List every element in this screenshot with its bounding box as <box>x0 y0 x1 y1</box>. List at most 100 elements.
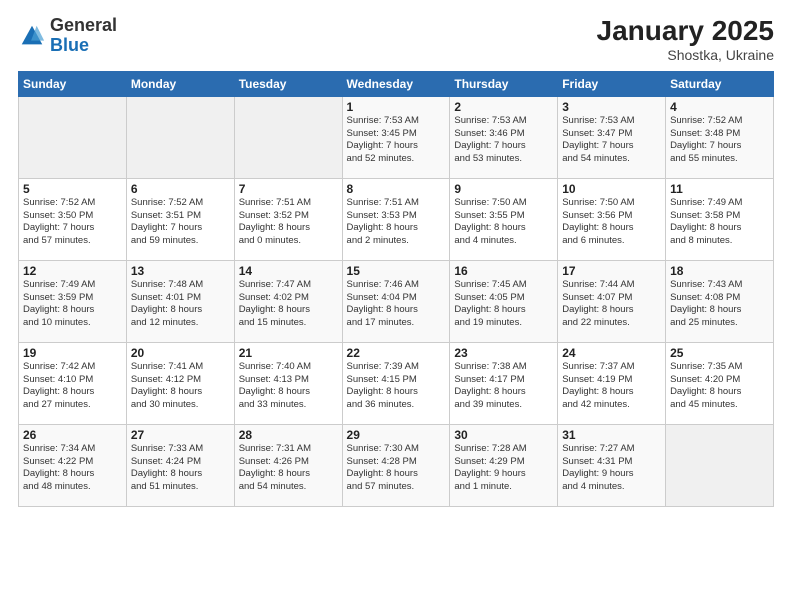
day-info: Sunrise: 7:31 AM Sunset: 4:26 PM Dayligh… <box>239 443 338 494</box>
day-number: 9 <box>454 182 553 196</box>
day-number: 24 <box>562 346 661 360</box>
calendar-cell: 31Sunrise: 7:27 AM Sunset: 4:31 PM Dayli… <box>558 424 666 506</box>
calendar-cell: 6Sunrise: 7:52 AM Sunset: 3:51 PM Daylig… <box>126 178 234 260</box>
calendar-cell: 24Sunrise: 7:37 AM Sunset: 4:19 PM Dayli… <box>558 342 666 424</box>
calendar-cell: 29Sunrise: 7:30 AM Sunset: 4:28 PM Dayli… <box>342 424 450 506</box>
day-number: 27 <box>131 428 230 442</box>
day-number: 28 <box>239 428 338 442</box>
logo-icon <box>18 22 46 50</box>
day-number: 18 <box>670 264 769 278</box>
day-info: Sunrise: 7:44 AM Sunset: 4:07 PM Dayligh… <box>562 279 661 330</box>
day-number: 16 <box>454 264 553 278</box>
day-info: Sunrise: 7:49 AM Sunset: 3:58 PM Dayligh… <box>670 197 769 248</box>
day-info: Sunrise: 7:50 AM Sunset: 3:56 PM Dayligh… <box>562 197 661 248</box>
day-info: Sunrise: 7:52 AM Sunset: 3:50 PM Dayligh… <box>23 197 122 248</box>
logo-general: General <box>50 15 117 35</box>
logo: General Blue <box>18 16 117 56</box>
calendar-week-row: 1Sunrise: 7:53 AM Sunset: 3:45 PM Daylig… <box>19 96 774 178</box>
day-number: 8 <box>347 182 446 196</box>
day-number: 21 <box>239 346 338 360</box>
day-info: Sunrise: 7:46 AM Sunset: 4:04 PM Dayligh… <box>347 279 446 330</box>
day-info: Sunrise: 7:42 AM Sunset: 4:10 PM Dayligh… <box>23 361 122 412</box>
calendar-cell <box>19 96 127 178</box>
day-info: Sunrise: 7:33 AM Sunset: 4:24 PM Dayligh… <box>131 443 230 494</box>
calendar-cell: 4Sunrise: 7:52 AM Sunset: 3:48 PM Daylig… <box>666 96 774 178</box>
logo-blue: Blue <box>50 35 89 55</box>
day-info: Sunrise: 7:52 AM Sunset: 3:51 PM Dayligh… <box>131 197 230 248</box>
day-info: Sunrise: 7:47 AM Sunset: 4:02 PM Dayligh… <box>239 279 338 330</box>
day-info: Sunrise: 7:27 AM Sunset: 4:31 PM Dayligh… <box>562 443 661 494</box>
calendar-cell: 5Sunrise: 7:52 AM Sunset: 3:50 PM Daylig… <box>19 178 127 260</box>
day-info: Sunrise: 7:28 AM Sunset: 4:29 PM Dayligh… <box>454 443 553 494</box>
calendar: SundayMondayTuesdayWednesdayThursdayFrid… <box>18 71 774 507</box>
calendar-cell <box>126 96 234 178</box>
calendar-cell: 2Sunrise: 7:53 AM Sunset: 3:46 PM Daylig… <box>450 96 558 178</box>
header: General Blue January 2025 Shostka, Ukrai… <box>18 16 774 63</box>
calendar-week-row: 19Sunrise: 7:42 AM Sunset: 4:10 PM Dayli… <box>19 342 774 424</box>
day-number: 26 <box>23 428 122 442</box>
day-info: Sunrise: 7:51 AM Sunset: 3:52 PM Dayligh… <box>239 197 338 248</box>
day-number: 6 <box>131 182 230 196</box>
day-number: 10 <box>562 182 661 196</box>
weekday-header: Saturday <box>666 71 774 96</box>
calendar-cell <box>234 96 342 178</box>
calendar-cell: 26Sunrise: 7:34 AM Sunset: 4:22 PM Dayli… <box>19 424 127 506</box>
day-info: Sunrise: 7:34 AM Sunset: 4:22 PM Dayligh… <box>23 443 122 494</box>
day-number: 19 <box>23 346 122 360</box>
day-number: 3 <box>562 100 661 114</box>
day-info: Sunrise: 7:50 AM Sunset: 3:55 PM Dayligh… <box>454 197 553 248</box>
calendar-cell: 19Sunrise: 7:42 AM Sunset: 4:10 PM Dayli… <box>19 342 127 424</box>
day-number: 12 <box>23 264 122 278</box>
calendar-cell <box>666 424 774 506</box>
day-info: Sunrise: 7:38 AM Sunset: 4:17 PM Dayligh… <box>454 361 553 412</box>
calendar-cell: 3Sunrise: 7:53 AM Sunset: 3:47 PM Daylig… <box>558 96 666 178</box>
day-number: 13 <box>131 264 230 278</box>
day-info: Sunrise: 7:48 AM Sunset: 4:01 PM Dayligh… <box>131 279 230 330</box>
day-number: 2 <box>454 100 553 114</box>
day-number: 22 <box>347 346 446 360</box>
logo-text: General Blue <box>50 16 117 56</box>
weekday-header: Friday <box>558 71 666 96</box>
calendar-cell: 10Sunrise: 7:50 AM Sunset: 3:56 PM Dayli… <box>558 178 666 260</box>
page: General Blue January 2025 Shostka, Ukrai… <box>0 0 792 612</box>
day-number: 25 <box>670 346 769 360</box>
location: Shostka, Ukraine <box>597 47 774 63</box>
day-number: 20 <box>131 346 230 360</box>
day-info: Sunrise: 7:43 AM Sunset: 4:08 PM Dayligh… <box>670 279 769 330</box>
weekday-header-row: SundayMondayTuesdayWednesdayThursdayFrid… <box>19 71 774 96</box>
day-info: Sunrise: 7:40 AM Sunset: 4:13 PM Dayligh… <box>239 361 338 412</box>
day-number: 29 <box>347 428 446 442</box>
day-info: Sunrise: 7:51 AM Sunset: 3:53 PM Dayligh… <box>347 197 446 248</box>
day-info: Sunrise: 7:35 AM Sunset: 4:20 PM Dayligh… <box>670 361 769 412</box>
day-number: 17 <box>562 264 661 278</box>
day-number: 30 <box>454 428 553 442</box>
calendar-cell: 23Sunrise: 7:38 AM Sunset: 4:17 PM Dayli… <box>450 342 558 424</box>
day-number: 14 <box>239 264 338 278</box>
day-number: 7 <box>239 182 338 196</box>
day-info: Sunrise: 7:52 AM Sunset: 3:48 PM Dayligh… <box>670 115 769 166</box>
day-number: 23 <box>454 346 553 360</box>
weekday-header: Wednesday <box>342 71 450 96</box>
calendar-cell: 1Sunrise: 7:53 AM Sunset: 3:45 PM Daylig… <box>342 96 450 178</box>
weekday-header: Monday <box>126 71 234 96</box>
day-info: Sunrise: 7:53 AM Sunset: 3:46 PM Dayligh… <box>454 115 553 166</box>
day-number: 5 <box>23 182 122 196</box>
calendar-cell: 30Sunrise: 7:28 AM Sunset: 4:29 PM Dayli… <box>450 424 558 506</box>
weekday-header: Tuesday <box>234 71 342 96</box>
calendar-cell: 20Sunrise: 7:41 AM Sunset: 4:12 PM Dayli… <box>126 342 234 424</box>
calendar-cell: 14Sunrise: 7:47 AM Sunset: 4:02 PM Dayli… <box>234 260 342 342</box>
calendar-cell: 25Sunrise: 7:35 AM Sunset: 4:20 PM Dayli… <box>666 342 774 424</box>
day-info: Sunrise: 7:37 AM Sunset: 4:19 PM Dayligh… <box>562 361 661 412</box>
calendar-week-row: 5Sunrise: 7:52 AM Sunset: 3:50 PM Daylig… <box>19 178 774 260</box>
calendar-cell: 12Sunrise: 7:49 AM Sunset: 3:59 PM Dayli… <box>19 260 127 342</box>
day-number: 15 <box>347 264 446 278</box>
day-info: Sunrise: 7:45 AM Sunset: 4:05 PM Dayligh… <box>454 279 553 330</box>
calendar-cell: 21Sunrise: 7:40 AM Sunset: 4:13 PM Dayli… <box>234 342 342 424</box>
calendar-cell: 11Sunrise: 7:49 AM Sunset: 3:58 PM Dayli… <box>666 178 774 260</box>
calendar-cell: 18Sunrise: 7:43 AM Sunset: 4:08 PM Dayli… <box>666 260 774 342</box>
day-number: 31 <box>562 428 661 442</box>
day-info: Sunrise: 7:39 AM Sunset: 4:15 PM Dayligh… <box>347 361 446 412</box>
calendar-cell: 16Sunrise: 7:45 AM Sunset: 4:05 PM Dayli… <box>450 260 558 342</box>
weekday-header: Thursday <box>450 71 558 96</box>
calendar-week-row: 26Sunrise: 7:34 AM Sunset: 4:22 PM Dayli… <box>19 424 774 506</box>
